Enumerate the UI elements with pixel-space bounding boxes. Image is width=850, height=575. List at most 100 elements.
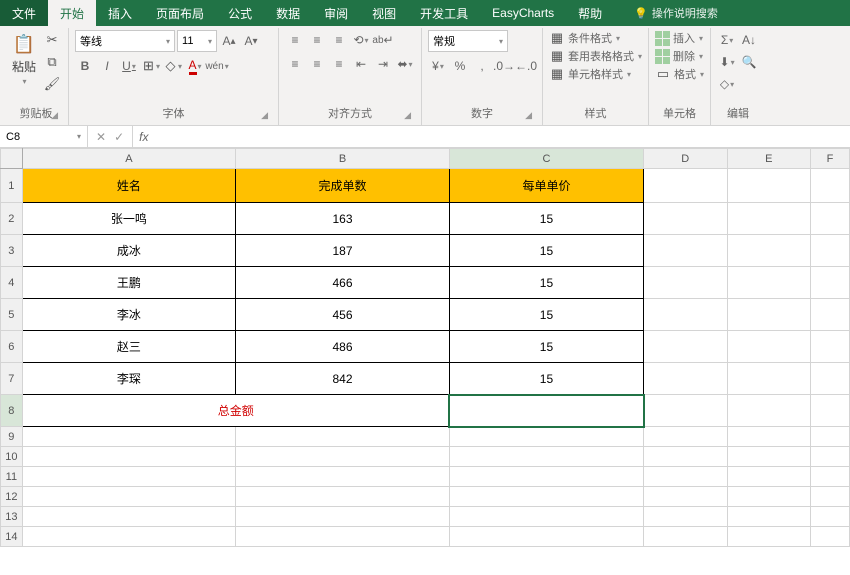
row-header-14[interactable]: 14 (1, 527, 23, 547)
row-header-8[interactable]: 8 (1, 395, 23, 427)
font-name-select[interactable]: 等线▾ (75, 30, 175, 52)
cell-E2[interactable] (727, 203, 810, 235)
wrap-text-button[interactable]: ab↵ (373, 30, 393, 50)
cell-D5[interactable] (644, 299, 727, 331)
row-header-5[interactable]: 5 (1, 299, 23, 331)
cell-styles-button[interactable]: ▦单元格样式▾ (549, 66, 631, 82)
align-launcher-icon[interactable]: ◢ (404, 110, 411, 121)
tab-review[interactable]: 审阅 (312, 0, 360, 26)
align-center-button[interactable]: ≡ (307, 54, 327, 74)
col-header-B[interactable]: B (236, 149, 450, 169)
cell-A7[interactable]: 李琛 (22, 363, 235, 395)
cell-A1[interactable]: 姓名 (22, 169, 235, 203)
formula-input[interactable] (154, 126, 850, 147)
cell-A2[interactable]: 张一鸣 (22, 203, 235, 235)
align-middle-button[interactable]: ≡ (307, 30, 327, 50)
col-header-A[interactable]: A (22, 149, 235, 169)
row-header-2[interactable]: 2 (1, 203, 23, 235)
find-button[interactable]: 🔍 (739, 52, 759, 72)
number-format-select[interactable]: 常规▾ (428, 30, 508, 52)
cancel-formula-icon[interactable]: ✕ (96, 130, 106, 144)
tab-formulas[interactable]: 公式 (216, 0, 264, 26)
font-size-select[interactable]: 11▾ (177, 30, 217, 52)
col-header-C[interactable]: C (449, 149, 643, 169)
tab-page-layout[interactable]: 页面布局 (144, 0, 216, 26)
clipboard-launcher-icon[interactable]: ◢ (51, 110, 58, 121)
cell-D1[interactable] (644, 169, 727, 203)
percent-button[interactable]: % (450, 56, 470, 76)
cell-B6[interactable]: 486 (236, 331, 450, 363)
col-header-E[interactable]: E (727, 149, 810, 169)
cell-E5[interactable] (727, 299, 810, 331)
tab-data[interactable]: 数据 (264, 0, 312, 26)
tab-view[interactable]: 视图 (360, 0, 408, 26)
orientation-button[interactable]: ⟲▾ (351, 30, 371, 50)
cell-D6[interactable] (644, 331, 727, 363)
row-header-9[interactable]: 9 (1, 427, 23, 447)
increase-decimal-button[interactable]: .0→ (494, 56, 514, 76)
fill-color-button[interactable]: ◇▾ (163, 56, 183, 76)
cell-F5[interactable] (810, 299, 849, 331)
fill-button[interactable]: ⬇▾ (717, 52, 737, 72)
cell-F2[interactable] (810, 203, 849, 235)
row-header-11[interactable]: 11 (1, 467, 23, 487)
copy-button[interactable]: ⧉ (42, 52, 62, 72)
decrease-indent-button[interactable]: ⇤ (351, 54, 371, 74)
select-all-corner[interactable] (1, 149, 23, 169)
cell-B1[interactable]: 完成单数 (236, 169, 450, 203)
align-left-button[interactable]: ≡ (285, 54, 305, 74)
confirm-formula-icon[interactable]: ✓ (114, 130, 124, 144)
cell-F4[interactable] (810, 267, 849, 299)
col-header-D[interactable]: D (644, 149, 727, 169)
sort-filter-button[interactable]: A↓ (739, 30, 759, 50)
fx-icon[interactable]: fx (133, 126, 154, 147)
align-right-button[interactable]: ≡ (329, 54, 349, 74)
cut-button[interactable]: ✂ (42, 30, 62, 50)
tab-help[interactable]: 帮助 (566, 0, 614, 26)
cell-B4[interactable]: 466 (236, 267, 450, 299)
merge-button[interactable]: ⬌▾ (395, 54, 415, 74)
cell-B5[interactable]: 456 (236, 299, 450, 331)
phonetic-button[interactable]: wén▾ (207, 56, 227, 76)
decrease-decimal-button[interactable]: ←.0 (516, 56, 536, 76)
align-bottom-button[interactable]: ≡ (329, 30, 349, 50)
font-launcher-icon[interactable]: ◢ (261, 110, 268, 121)
format-as-table-button[interactable]: ▦套用表格格式▾ (549, 48, 642, 64)
conditional-format-button[interactable]: ▦条件格式▾ (549, 30, 620, 46)
cell-E4[interactable] (727, 267, 810, 299)
worksheet[interactable]: A B C D E F 1 姓名 完成单数 每单单价 2张一鸣16315 3成冰… (0, 148, 850, 575)
font-color-button[interactable]: A▾ (185, 56, 205, 76)
clear-button[interactable]: ◇▾ (717, 74, 737, 94)
cell-C2[interactable]: 15 (449, 203, 643, 235)
cell-C8[interactable] (449, 395, 643, 427)
row-header-13[interactable]: 13 (1, 507, 23, 527)
col-header-F[interactable]: F (810, 149, 849, 169)
row-header-3[interactable]: 3 (1, 235, 23, 267)
tab-developer[interactable]: 开发工具 (408, 0, 480, 26)
increase-indent-button[interactable]: ⇥ (373, 54, 393, 74)
cell-C7[interactable]: 15 (449, 363, 643, 395)
cell-E7[interactable] (727, 363, 810, 395)
cell-D8[interactable] (644, 395, 727, 427)
cell-E3[interactable] (727, 235, 810, 267)
autosum-button[interactable]: Σ▾ (717, 30, 737, 50)
decrease-font-button[interactable]: A▾ (241, 31, 261, 51)
cell-C6[interactable]: 15 (449, 331, 643, 363)
cell-F7[interactable] (810, 363, 849, 395)
cell-E1[interactable] (727, 169, 810, 203)
number-launcher-icon[interactable]: ◢ (525, 110, 532, 121)
currency-button[interactable]: ¥▾ (428, 56, 448, 76)
bold-button[interactable]: B (75, 56, 95, 76)
cell-D7[interactable] (644, 363, 727, 395)
tab-easycharts[interactable]: EasyCharts (480, 0, 566, 26)
comma-button[interactable]: , (472, 56, 492, 76)
cell-B2[interactable]: 163 (236, 203, 450, 235)
cell-A4[interactable]: 王鹏 (22, 267, 235, 299)
cell-C4[interactable]: 15 (449, 267, 643, 299)
cell-D3[interactable] (644, 235, 727, 267)
cell-A5[interactable]: 李冰 (22, 299, 235, 331)
tab-home[interactable]: 开始 (48, 0, 96, 26)
row-header-12[interactable]: 12 (1, 487, 23, 507)
delete-cells-button[interactable]: 删除▾ (655, 48, 703, 64)
cell-C3[interactable]: 15 (449, 235, 643, 267)
